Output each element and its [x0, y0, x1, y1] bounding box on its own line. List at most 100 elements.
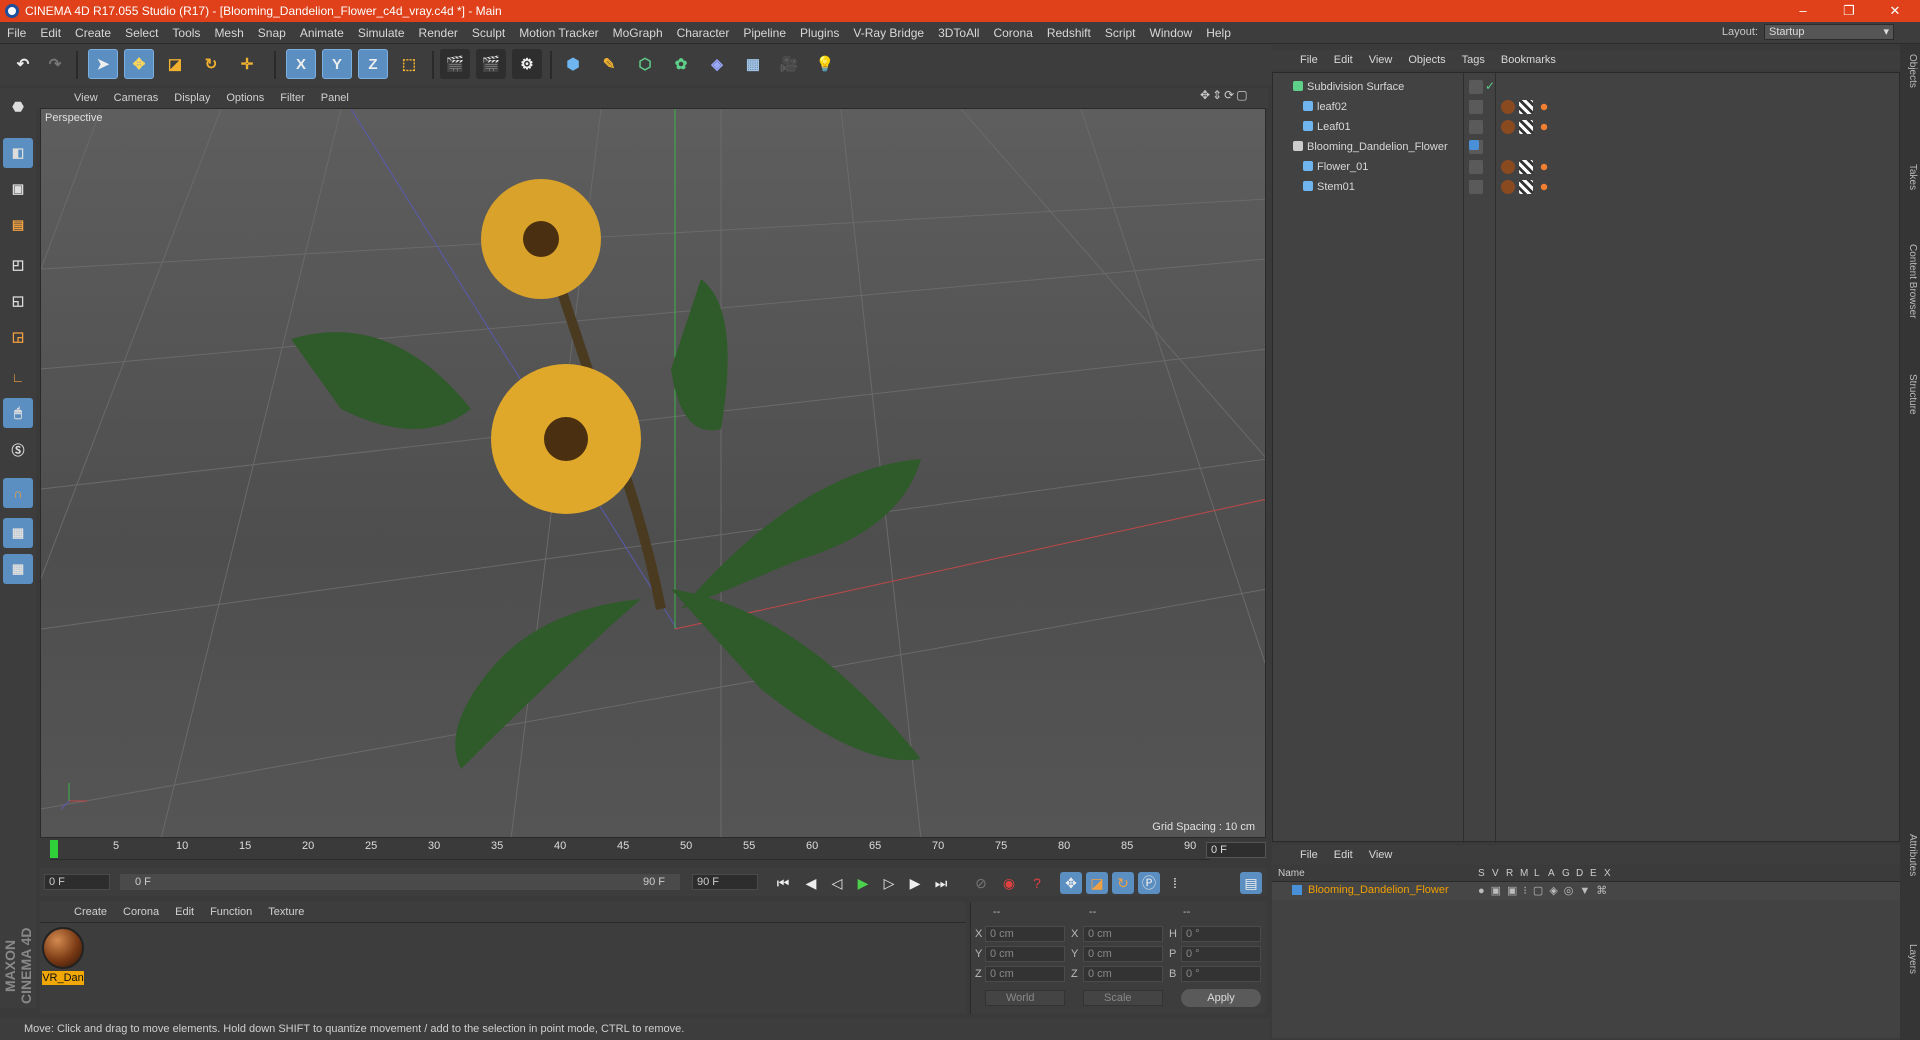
size-mode-dropdown[interactable]: Scale: [1083, 990, 1163, 1006]
menu-character[interactable]: Character: [670, 26, 737, 40]
perspective-viewport[interactable]: Perspective Grid Spacing : 10 cm: [40, 108, 1266, 838]
x-axis-lock-button[interactable]: X: [286, 49, 316, 79]
play-icon[interactable]: ▶: [852, 872, 874, 894]
visibility-toggle-icon[interactable]: [1469, 80, 1483, 94]
object-name[interactable]: Leaf01: [1317, 121, 1351, 133]
render-picture-viewer-icon[interactable]: 🎬: [476, 49, 506, 79]
end-frame-field[interactable]: 90 F: [692, 874, 758, 890]
close-button[interactable]: ✕: [1872, 0, 1918, 22]
timeline-bar[interactable]: 051015202530354045505560657075808590: [50, 840, 1210, 860]
z-axis-lock-button[interactable]: Z: [358, 49, 388, 79]
object-row[interactable]: Stem01: [1273, 177, 1901, 197]
apply-button[interactable]: Apply: [1181, 989, 1261, 1007]
parameter-key-icon[interactable]: Ⓟ: [1138, 872, 1160, 894]
menu-create[interactable]: Create: [68, 26, 118, 40]
material-tag-icon[interactable]: [1501, 160, 1515, 174]
object-menu-objects[interactable]: Objects: [1400, 54, 1453, 66]
cloner-icon[interactable]: ✿: [666, 49, 696, 79]
deformer-icon[interactable]: ◈: [702, 49, 732, 79]
visibility-toggle-icon[interactable]: [1469, 160, 1483, 174]
go-to-end-icon[interactable]: ⏭: [930, 872, 952, 894]
record-keys-icon[interactable]: ⊘: [970, 872, 992, 894]
size-z-field[interactable]: 0 cm: [1083, 966, 1163, 982]
points-mode-icon[interactable]: ◰: [3, 250, 33, 280]
menu-pipeline[interactable]: Pipeline: [736, 26, 793, 40]
layer-column-l[interactable]: L: [1534, 868, 1540, 879]
object-row[interactable]: leaf02: [1273, 97, 1901, 117]
layer-column-g[interactable]: G: [1562, 868, 1570, 879]
menu-render[interactable]: Render: [412, 26, 465, 40]
orbit-icon[interactable]: ⟳: [1224, 88, 1234, 102]
uvw-tag-icon[interactable]: [1519, 160, 1533, 174]
model-mode-icon[interactable]: ◧: [3, 138, 33, 168]
previous-key-icon[interactable]: ◀: [800, 872, 822, 894]
layer-column-name[interactable]: Name: [1278, 868, 1305, 879]
timeline-window-icon[interactable]: ▤: [1240, 872, 1262, 894]
undo-icon[interactable]: ↶: [8, 49, 38, 79]
floor-object-icon[interactable]: ▦: [738, 49, 768, 79]
viewport-menu-panel[interactable]: Panel: [313, 92, 357, 104]
tweak-mode-icon[interactable]: 🖱: [3, 398, 33, 428]
coordinate-mode-dropdown[interactable]: World: [985, 990, 1065, 1006]
layer-column-d[interactable]: D: [1576, 868, 1583, 879]
layout-dropdown[interactable]: Startup: [1764, 24, 1894, 40]
planar-workplane-icon[interactable]: ▦: [3, 554, 33, 584]
material-tag-icon[interactable]: [1501, 100, 1515, 114]
autokey-icon[interactable]: ◉: [998, 872, 1020, 894]
object-row[interactable]: Blooming_Dandelion_Flower: [1273, 137, 1901, 157]
layer-menu-file[interactable]: File: [1292, 849, 1326, 861]
object-row[interactable]: Flower_01: [1273, 157, 1901, 177]
current-frame-field[interactable]: 0 F: [1206, 842, 1266, 858]
layer-flag-icons[interactable]: ●▣▣⁝▢◈◎▼⌘: [1478, 884, 1613, 897]
menu-plugins[interactable]: Plugins: [793, 26, 846, 40]
menu-animate[interactable]: Animate: [293, 26, 351, 40]
menu-motion-tracker[interactable]: Motion Tracker: [512, 26, 605, 40]
dandelion-model[interactable]: [291, 179, 921, 769]
preview-range-slider[interactable]: 0 F 90 F: [120, 874, 680, 890]
dolly-icon[interactable]: ⇕: [1212, 88, 1222, 102]
layer-name[interactable]: Blooming_Dandelion_Flower: [1308, 884, 1449, 896]
material-preview[interactable]: [42, 927, 84, 969]
point-level-animation-icon[interactable]: ⁞: [1164, 872, 1186, 894]
side-tab-objects[interactable]: Objects: [1902, 54, 1918, 88]
menu-file[interactable]: File: [0, 26, 33, 40]
menu-script[interactable]: Script: [1098, 26, 1143, 40]
visibility-toggle-icon[interactable]: [1469, 180, 1483, 194]
menu-edit[interactable]: Edit: [33, 26, 68, 40]
rot-p-field[interactable]: 0 °: [1181, 946, 1261, 962]
enable-axis-icon[interactable]: ∟: [3, 362, 33, 392]
object-name[interactable]: Blooming_Dandelion_Flower: [1307, 141, 1448, 153]
menu-snap[interactable]: Snap: [251, 26, 293, 40]
size-x-field[interactable]: 0 cm: [1083, 926, 1163, 942]
visibility-toggle-icon[interactable]: [1469, 120, 1483, 134]
object-name[interactable]: leaf02: [1317, 101, 1347, 113]
phong-tag-icon[interactable]: [1537, 160, 1551, 174]
layer-column-m[interactable]: M: [1520, 868, 1528, 879]
menu-window[interactable]: Window: [1143, 26, 1200, 40]
object-name[interactable]: Flower_01: [1317, 161, 1368, 173]
visibility-toggle-icon[interactable]: [1469, 100, 1483, 114]
maximize-button[interactable]: ❐: [1826, 0, 1872, 22]
material-menu-edit[interactable]: Edit: [167, 906, 202, 918]
pos-y-field[interactable]: 0 cm: [985, 946, 1065, 962]
render-view-icon[interactable]: 🎬: [440, 49, 470, 79]
light-object-icon[interactable]: 💡: [810, 49, 840, 79]
menu-tools[interactable]: Tools: [165, 26, 207, 40]
object-menu-view[interactable]: View: [1361, 54, 1401, 66]
minimize-button[interactable]: –: [1780, 0, 1826, 22]
side-tab-content-browser[interactable]: Content Browser: [1902, 244, 1918, 318]
size-y-field[interactable]: 0 cm: [1083, 946, 1163, 962]
viewport-menu-filter[interactable]: Filter: [272, 92, 312, 104]
rotation-key-icon[interactable]: ↻: [1112, 872, 1134, 894]
menu-redshift[interactable]: Redshift: [1040, 26, 1098, 40]
object-row[interactable]: Subdivision Surface ✓: [1273, 77, 1901, 97]
side-tab-layers[interactable]: Layers: [1902, 944, 1918, 974]
previous-frame-icon[interactable]: ◁: [826, 872, 848, 894]
layer-menu-edit[interactable]: Edit: [1326, 849, 1361, 861]
object-menu-edit[interactable]: Edit: [1326, 54, 1361, 66]
material-name-label[interactable]: VR_Dan: [42, 971, 84, 985]
menu-corona[interactable]: Corona: [986, 26, 1039, 40]
viewport-menu-options[interactable]: Options: [218, 92, 272, 104]
go-to-start-icon[interactable]: ⏮: [772, 872, 794, 894]
object-menu-bookmarks[interactable]: Bookmarks: [1493, 54, 1564, 66]
